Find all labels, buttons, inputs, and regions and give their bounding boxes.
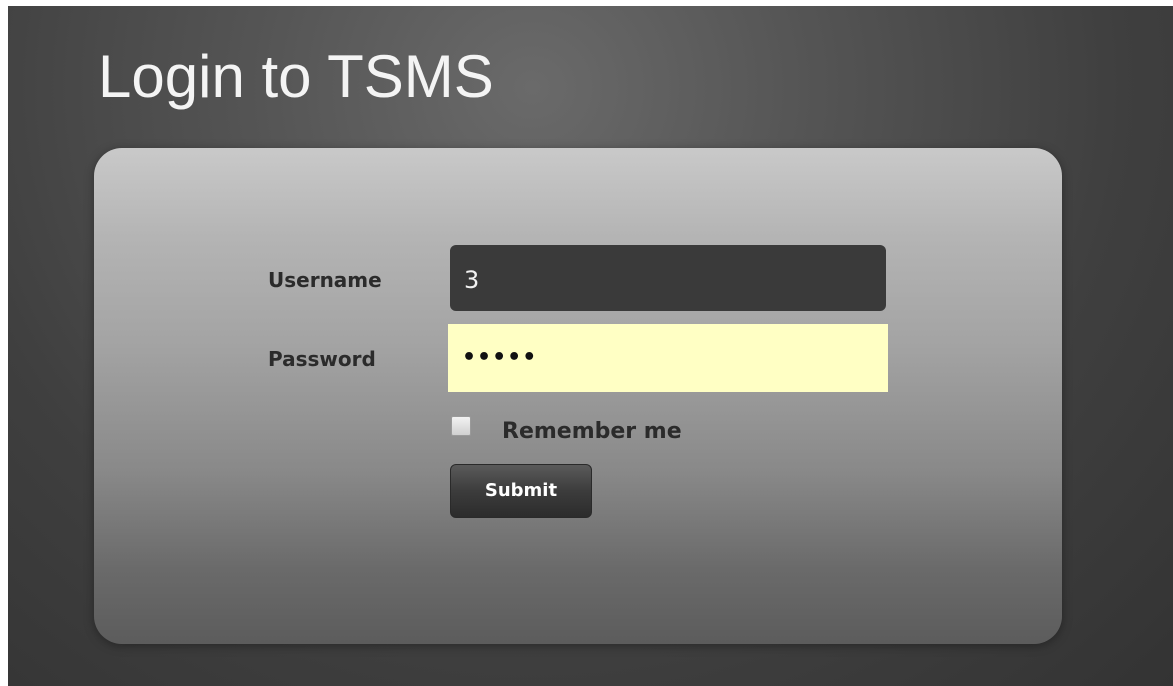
submit-button[interactable]: Submit: [450, 464, 592, 518]
remember-me-checkbox[interactable]: [451, 416, 471, 436]
password-input[interactable]: •••••: [448, 324, 888, 392]
login-page: Login to TSMS Username 3 Password ••••• …: [8, 6, 1173, 686]
password-label: Password: [268, 347, 376, 371]
login-panel: Username 3 Password ••••• Remember me Su…: [94, 148, 1062, 644]
page-title: Login to TSMS: [98, 43, 494, 110]
remember-me-label[interactable]: Remember me: [502, 419, 682, 445]
username-label: Username: [268, 268, 382, 292]
username-input[interactable]: 3: [450, 245, 886, 311]
